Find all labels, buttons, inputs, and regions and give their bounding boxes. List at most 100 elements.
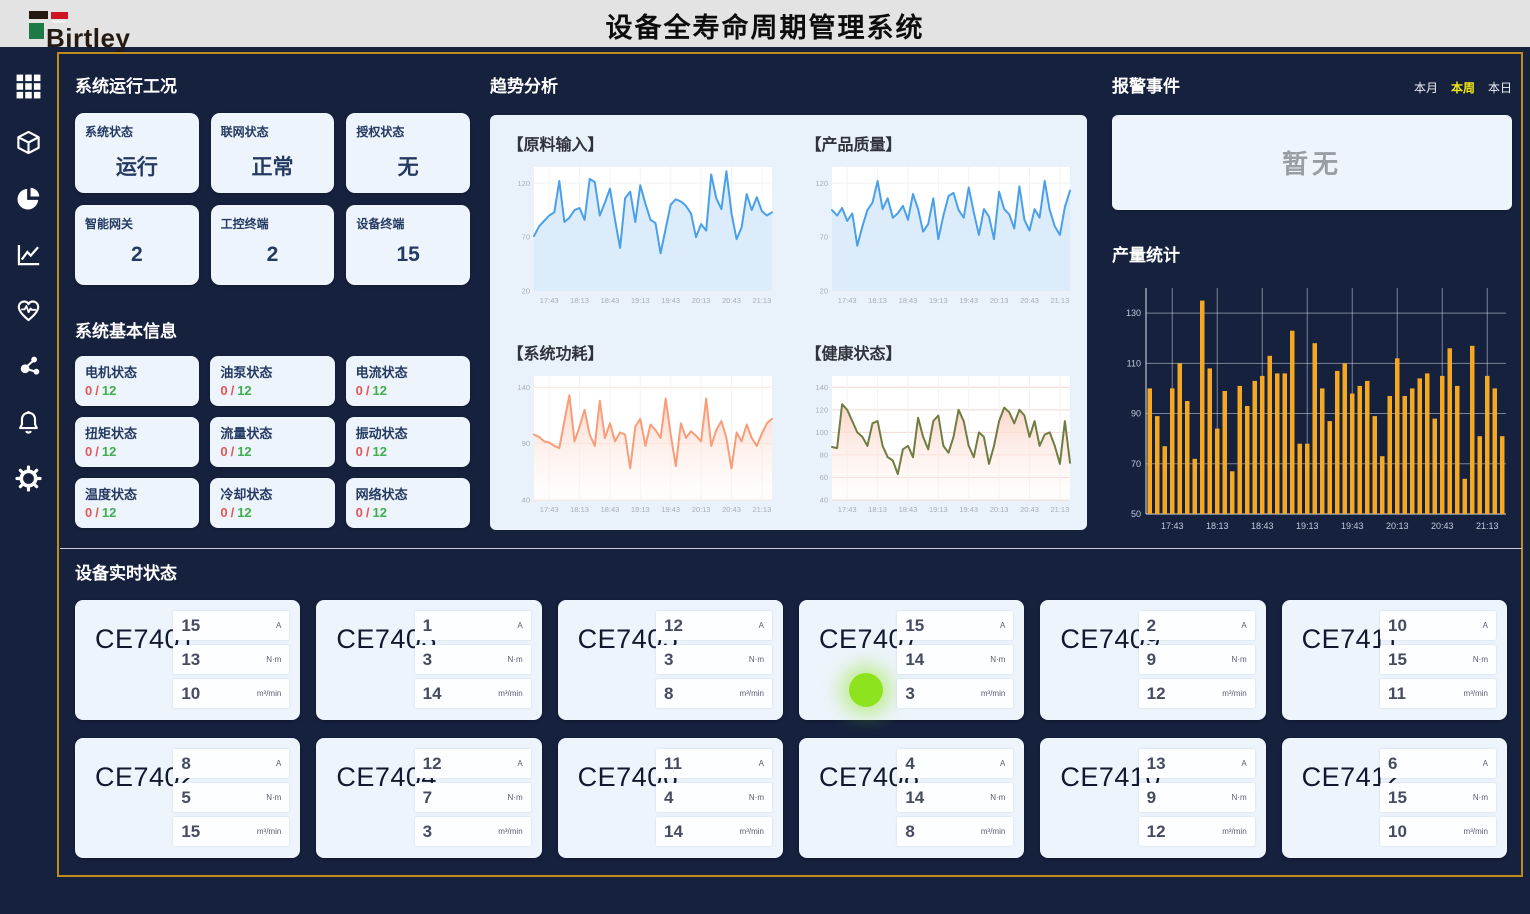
device-metric-row: 15A <box>897 611 1013 640</box>
svg-text:21:13: 21:13 <box>1050 296 1069 305</box>
svg-text:40: 40 <box>521 496 529 505</box>
device-status-title: 设备实时状态 <box>75 559 1507 584</box>
device-metric-row: 10m³/min <box>173 679 289 708</box>
device-metric-unit: N·m <box>1473 793 1488 802</box>
trend-title: 趋势分析 <box>490 72 1087 97</box>
device-metric-value: 3 <box>664 650 673 670</box>
device-metric-unit: A <box>276 621 281 630</box>
device-metrics: 2A9N·m12m³/min <box>1139 611 1255 708</box>
svg-text:18:13: 18:13 <box>1206 521 1229 531</box>
device-metric-row: 12 A <box>656 611 772 640</box>
info-card: 扭矩状态0/12 <box>75 417 199 467</box>
device-metric-value: 2 <box>1147 616 1156 636</box>
alarm-header: 报警事件 本月本周本日 <box>1112 72 1512 97</box>
alarm-tab-0[interactable]: 本月 <box>1414 81 1438 95</box>
info-card: 温度状态0/12 <box>75 478 199 528</box>
device-metric-value: 12 <box>1147 822 1166 842</box>
svg-text:17:43: 17:43 <box>539 296 558 305</box>
device-metric-value: 15 <box>181 616 200 636</box>
device-card-CE7410[interactable]: CE741013A9N·m12m³/min <box>1040 738 1265 858</box>
status-card-value: 2 <box>85 243 189 267</box>
pie-chart-icon[interactable] <box>15 185 42 212</box>
device-metric-row: 5N·m <box>173 783 289 812</box>
device-metric-row: 15 N·m <box>1380 783 1496 812</box>
info-card: 电机状态0/12 <box>75 356 199 406</box>
device-card-CE7409[interactable]: CE74092A9N·m12m³/min <box>1040 600 1265 720</box>
device-card-CE7412[interactable]: CE74126A15N·m10m³/min <box>1282 738 1507 858</box>
device-metrics: 11A4N·m14m³/min <box>656 749 772 846</box>
svg-text:20:43: 20:43 <box>722 296 741 305</box>
device-metric-value: 8 <box>664 684 673 704</box>
device-metric-unit: A <box>759 621 764 630</box>
device-metric-value: 5 <box>181 788 190 808</box>
alarm-count: 0 <box>220 505 227 520</box>
device-metric-unit: A <box>276 759 281 768</box>
status-card-value: 正常 <box>221 151 325 181</box>
svg-text:110: 110 <box>1127 358 1141 368</box>
status-card-label: 联网状态 <box>221 123 325 140</box>
device-metric-value: 3 <box>905 684 914 704</box>
device-metric-unit: m³/min <box>1222 689 1246 698</box>
device-metric-unit: A <box>1483 621 1488 630</box>
status-card-grid: 系统状态运行联网状态正常授权状态无智能网关2工控终端2设备终端15 <box>75 113 470 285</box>
device-card-CE7403[interactable]: CE74031A3N·m14m³/min <box>316 600 541 720</box>
alarm-tabs: 本月本周本日 <box>1401 79 1512 97</box>
alarm-empty-card: 暂无 <box>1112 115 1512 210</box>
trend-section: 趋势分析 【原料输入】207012017:4318:1318:4319:1319… <box>490 72 1087 530</box>
svg-text:60: 60 <box>819 473 827 482</box>
alarm-tab-2[interactable]: 本日 <box>1488 81 1512 95</box>
svg-text:19:43: 19:43 <box>1341 521 1364 531</box>
line-chart-icon[interactable] <box>15 241 42 268</box>
device-metric-value: 15 <box>1388 788 1407 808</box>
svg-text:18:13: 18:13 <box>570 505 589 514</box>
device-metric-row: 8A <box>173 749 289 778</box>
count-separator: / <box>366 505 370 520</box>
svg-text:19:43: 19:43 <box>959 505 978 514</box>
apps-grid-icon[interactable] <box>15 73 42 100</box>
device-metric-value: 8 <box>181 754 190 774</box>
device-metric-row: 4A <box>897 749 1013 778</box>
info-card-label: 油泵状态 <box>220 362 324 381</box>
device-card-CE7407[interactable]: CE740715A14N·m3m³/min <box>799 600 1024 720</box>
device-metrics: 8A5N·m15m³/min <box>173 749 289 846</box>
device-card-CE7406[interactable]: CE740611A4N·m14m³/min <box>558 738 783 858</box>
device-card-CE7411[interactable]: CE741110A15N·m11m³/min <box>1282 600 1507 720</box>
svg-text:17:43: 17:43 <box>1161 521 1184 531</box>
svg-text:20:43: 20:43 <box>1020 296 1039 305</box>
health-pulse-icon[interactable] <box>15 297 42 324</box>
device-metric-value: 13 <box>181 650 200 670</box>
device-card-CE7404[interactable]: CE740412A7N·m3m³/min <box>316 738 541 858</box>
device-card-CE7401[interactable]: CE740115A13N·m10m³/min <box>75 600 300 720</box>
device-metric-unit: A <box>517 621 522 630</box>
total-count: 12 <box>102 444 116 459</box>
bell-icon[interactable] <box>15 409 42 436</box>
cube-icon[interactable] <box>15 129 42 156</box>
device-metric-unit: N·m <box>508 793 523 802</box>
info-card-counts: 0/12 <box>85 444 189 459</box>
info-card-counts: 0/12 <box>220 444 324 459</box>
alarm-tab-1[interactable]: 本周 <box>1451 81 1475 95</box>
device-metric-value: 11 <box>1388 684 1406 704</box>
svg-text:18:43: 18:43 <box>600 296 619 305</box>
device-metrics: 15A13N·m10m³/min <box>173 611 289 708</box>
device-metric-row: 1A <box>415 611 531 640</box>
page-title: 设备全寿命周期管理系统 <box>0 6 1530 45</box>
count-separator: / <box>95 383 99 398</box>
svg-text:21:13: 21:13 <box>752 505 771 514</box>
device-metric-value: 14 <box>423 684 442 704</box>
device-metric-value: 12 <box>664 616 683 636</box>
production-title: 产量统计 <box>1112 241 1512 266</box>
network-icon[interactable] <box>15 353 42 380</box>
status-card-label: 工控终端 <box>221 215 325 232</box>
svg-text:120: 120 <box>815 179 828 188</box>
device-card-CE7408[interactable]: CE74084A14N·m8m³/min <box>799 738 1024 858</box>
device-status-section: 设备实时状态 CE740115A13N·m10m³/minCE74031A3N·… <box>60 548 1522 858</box>
device-metric-row: 10A <box>1380 611 1496 640</box>
device-card-CE7405[interactable]: CE740512A3N·m8m³/min <box>558 600 783 720</box>
device-metric-row: 7N·m <box>415 783 531 812</box>
device-metric-row: 8m³/min <box>656 679 772 708</box>
device-card-CE7402[interactable]: CE74028A5N·m15m³/min <box>75 738 300 858</box>
status-card-label: 系统状态 <box>85 123 189 140</box>
gear-icon[interactable] <box>15 465 42 492</box>
svg-text:21:13: 21:13 <box>1050 505 1069 514</box>
